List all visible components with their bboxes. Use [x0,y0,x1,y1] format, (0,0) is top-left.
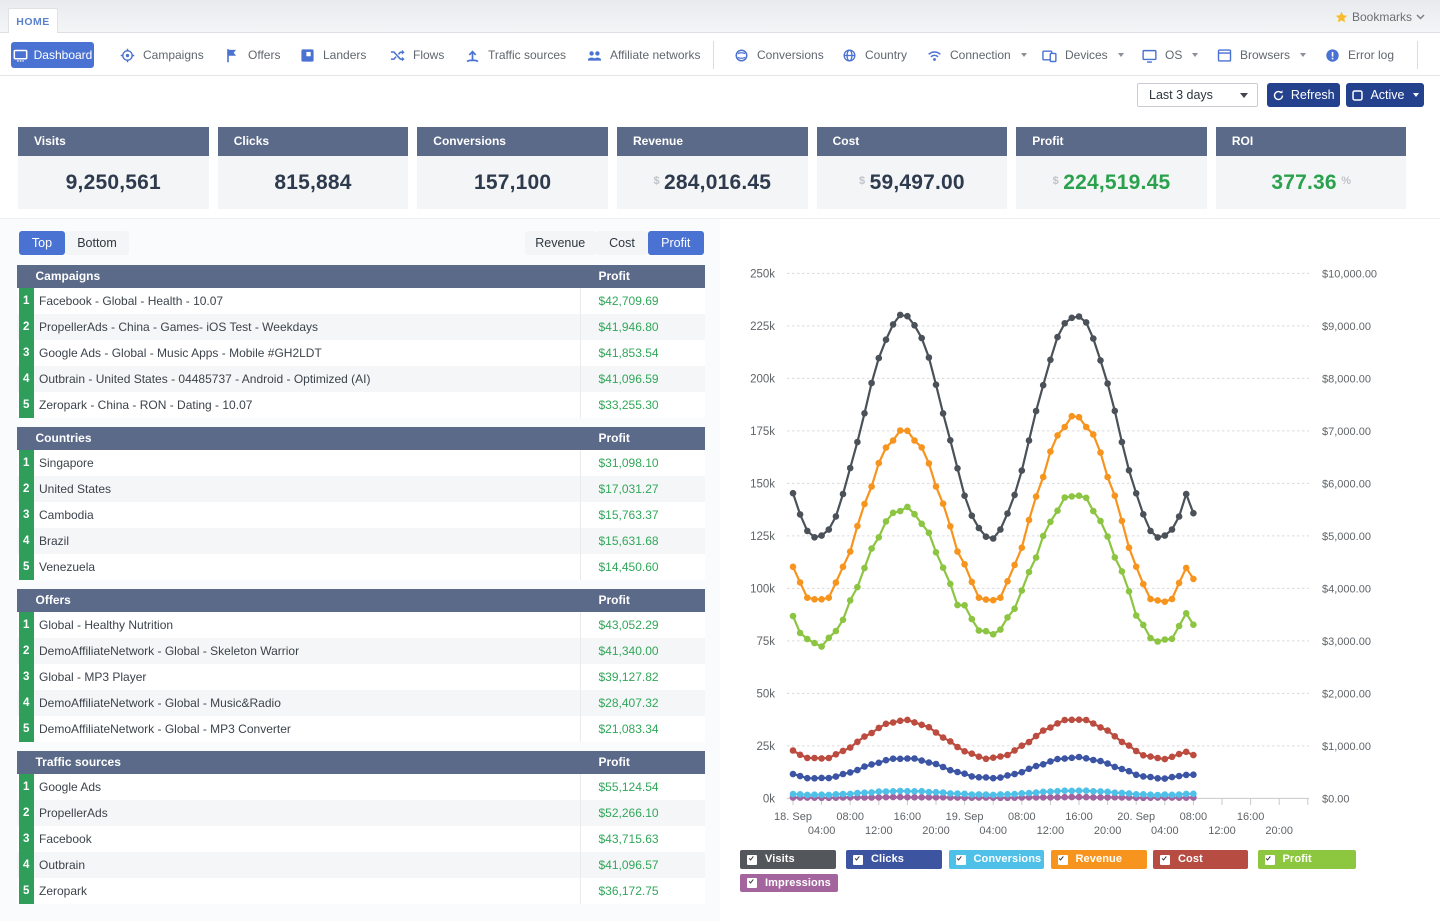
svg-text:125k: 125k [750,531,775,543]
svg-text:$7,000.00: $7,000.00 [1322,426,1371,438]
svg-text:$1,000.00: $1,000.00 [1322,741,1371,753]
svg-text:250k: 250k [750,268,775,280]
svg-text:12:00: 12:00 [1208,825,1236,837]
svg-text:20:00: 20:00 [922,825,950,837]
svg-text:$2,000.00: $2,000.00 [1322,688,1371,700]
svg-text:04:00: 04:00 [1151,825,1179,837]
svg-text:16:00: 16:00 [894,811,922,823]
svg-text:25k: 25k [756,741,775,753]
svg-text:0k: 0k [763,793,775,805]
svg-text:08:00: 08:00 [836,811,864,823]
svg-text:150k: 150k [750,478,775,490]
svg-text:$4,000.00: $4,000.00 [1322,583,1371,595]
svg-text:19. Sep: 19. Sep [946,811,984,823]
svg-text:$0.00: $0.00 [1322,793,1350,805]
svg-text:75k: 75k [756,636,775,648]
svg-text:16:00: 16:00 [1065,811,1093,823]
svg-text:$3,000.00: $3,000.00 [1322,636,1371,648]
svg-text:20:00: 20:00 [1265,825,1293,837]
svg-text:$10,000.00: $10,000.00 [1322,268,1377,280]
svg-text:16:00: 16:00 [1237,811,1265,823]
svg-text:200k: 200k [750,373,775,385]
svg-text:50k: 50k [756,688,775,700]
svg-text:08:00: 08:00 [1008,811,1036,823]
svg-text:$8,000.00: $8,000.00 [1322,373,1371,385]
svg-text:$9,000.00: $9,000.00 [1322,321,1371,333]
svg-text:175k: 175k [750,426,775,438]
svg-text:20:00: 20:00 [1094,825,1122,837]
svg-text:20. Sep: 20. Sep [1117,811,1155,823]
svg-text:12:00: 12:00 [865,825,893,837]
svg-text:08:00: 08:00 [1180,811,1208,823]
svg-text:$5,000.00: $5,000.00 [1322,531,1371,543]
svg-text:12:00: 12:00 [1037,825,1065,837]
svg-text:04:00: 04:00 [979,825,1007,837]
svg-text:100k: 100k [750,583,775,595]
svg-text:04:00: 04:00 [808,825,836,837]
svg-text:18. Sep: 18. Sep [774,811,812,823]
svg-text:$6,000.00: $6,000.00 [1322,478,1371,490]
svg-text:225k: 225k [750,321,775,333]
